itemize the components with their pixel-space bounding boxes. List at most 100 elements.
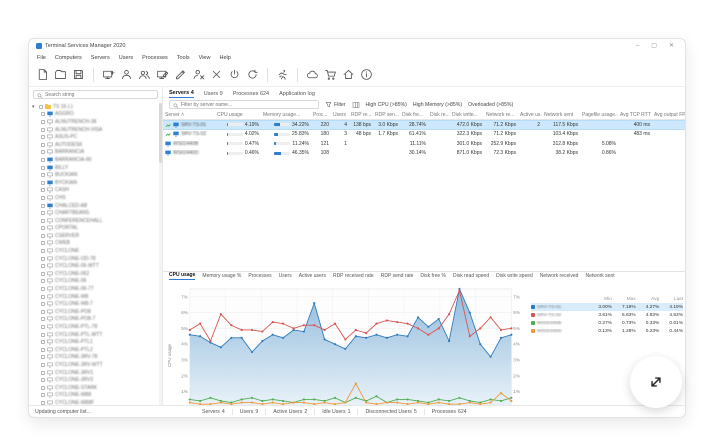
- legend-row[interactable]: WS02440D 0.13% 1.28% 0.23% 0.44%: [531, 327, 683, 335]
- refresh-icon[interactable]: [246, 68, 259, 81]
- computer-checkbox[interactable]: [41, 203, 45, 208]
- toggle-high-cpu[interactable]: High CPU (>85%): [366, 102, 407, 108]
- tree-item[interactable]: CYCLONE-OD-78: [29, 255, 159, 263]
- computer-checkbox[interactable]: [41, 249, 45, 254]
- delete-icon[interactable]: [210, 68, 223, 81]
- computer-checkbox[interactable]: [41, 302, 45, 307]
- chart-tab-cpu-usage[interactable]: CPU usage: [169, 272, 196, 280]
- chart-tab-network-sent[interactable]: Network sent: [585, 273, 614, 280]
- chart-tab-rdp-received-rate[interactable]: RDP received rate: [333, 273, 374, 280]
- tree-item[interactable]: CYCLONE-PTL-WTT: [29, 331, 159, 339]
- tree-item[interactable]: CYCLONE-3RV1: [29, 369, 159, 377]
- column-header[interactable]: Proc...: [311, 112, 331, 118]
- table-row[interactable]: WS02440D 0.46% 46.35% 108 30.14% 871.0 Kbps 72…: [163, 149, 685, 159]
- menu-item-processes[interactable]: Processes: [142, 55, 168, 61]
- cloud-download-icon[interactable]: [306, 68, 319, 81]
- menu-item-users[interactable]: Users: [119, 55, 133, 61]
- computer-checkbox[interactable]: [41, 142, 45, 147]
- tree-item[interactable]: ALNUTRENCH-VISA: [29, 126, 159, 134]
- computer-checkbox[interactable]: [41, 112, 45, 117]
- tree-item[interactable]: CYCLONE-3RV2: [29, 376, 159, 384]
- computer-checkbox[interactable]: [41, 188, 45, 193]
- tree-item[interactable]: BILLY: [29, 164, 159, 172]
- server-grid-header[interactable]: Server ˄ CPU usage Memory usage... Proc... U…: [163, 111, 685, 120]
- tree-item[interactable]: CWEB: [29, 240, 159, 248]
- tree-item[interactable]: CYCLONE-06: [29, 278, 159, 286]
- tree-item[interactable]: CYCLONE-052: [29, 270, 159, 278]
- computer-checkbox[interactable]: [41, 150, 45, 155]
- save-icon[interactable]: [72, 68, 85, 81]
- column-header[interactable]: Network re...: [484, 112, 518, 118]
- tree-item[interactable]: CONFERENCEHALL: [29, 217, 159, 225]
- toggle-overloaded[interactable]: Overloaded (>85%): [468, 102, 513, 108]
- menu-item-computers[interactable]: Computers: [55, 55, 82, 61]
- computer-checkbox[interactable]: [41, 347, 45, 352]
- server-filter-input[interactable]: [181, 101, 315, 108]
- close-button[interactable]: ✕: [669, 43, 674, 49]
- computer-checkbox[interactable]: [41, 325, 45, 330]
- tree-item[interactable]: CYCLONE-3RV-78: [29, 354, 159, 362]
- connect-computer-icon[interactable]: [102, 68, 115, 81]
- tree-item[interactable]: CHARTBEANS: [29, 209, 159, 217]
- computer-checkbox[interactable]: [41, 385, 45, 390]
- menu-item-file[interactable]: File: [37, 55, 46, 61]
- menu-item-help[interactable]: Help: [219, 55, 230, 61]
- legend-row[interactable]: SRV-TS-01 3.00% 7.19% 4.27% 4.19%: [531, 303, 683, 311]
- tree-item[interactable]: CYCLONE-PTL-78: [29, 323, 159, 331]
- column-header[interactable]: Memory usage...: [261, 112, 311, 118]
- column-header[interactable]: CPU usage: [215, 112, 261, 118]
- tree-item[interactable]: CSERVER: [29, 232, 159, 240]
- tree-item[interactable]: CYCLONE-PTL2: [29, 346, 159, 354]
- computer-checkbox[interactable]: [41, 157, 45, 162]
- tree-item[interactable]: CYCLONE-06-77: [29, 285, 159, 293]
- computer-checkbox[interactable]: [41, 294, 45, 299]
- tree-expand-caret[interactable]: ▾: [32, 104, 37, 110]
- search-input[interactable]: [45, 91, 154, 98]
- menu-item-servers[interactable]: Servers: [91, 55, 110, 61]
- table-row[interactable]: SRV-TS-02 4.02% 25.83% 180 3 48 bps 1.7 Kbps 61…: [163, 130, 685, 140]
- tree-item[interactable]: CYCLONE-3RV-WTT: [29, 361, 159, 369]
- column-header[interactable]: Avg TCP RTT: [618, 112, 652, 118]
- menu-item-view[interactable]: View: [199, 55, 211, 61]
- tree-item[interactable]: AGGRO: [29, 111, 159, 119]
- chart-tab-disk-read-speed[interactable]: Disk read speed: [453, 273, 489, 280]
- chart-tab-network-received[interactable]: Network received: [540, 273, 579, 280]
- computer-checkbox[interactable]: [41, 165, 45, 170]
- computer-checkbox[interactable]: [41, 119, 45, 124]
- group-checkbox[interactable]: [39, 104, 43, 109]
- tree-item[interactable]: BUCKIAN: [29, 171, 159, 179]
- tree-item[interactable]: CPORTAL: [29, 225, 159, 233]
- column-header[interactable]: Disk re...: [428, 112, 450, 118]
- home-icon[interactable]: [342, 68, 355, 81]
- computer-checkbox[interactable]: [41, 309, 45, 314]
- chart-tab-active-users[interactable]: Active users: [299, 273, 326, 280]
- computer-checkbox[interactable]: [41, 362, 45, 367]
- tree-item[interactable]: CYCLONE-W88: [29, 392, 159, 400]
- tree-item[interactable]: CYCLONE-PO8: [29, 308, 159, 316]
- tree-group-row[interactable]: ▾ TS 16 (-): [29, 103, 159, 111]
- shop-cart-icon[interactable]: [324, 68, 337, 81]
- column-header[interactable]: Active us...: [518, 112, 542, 118]
- tree-item[interactable]: CHALCED-AB: [29, 202, 159, 210]
- tree-item[interactable]: BYCKIAN: [29, 179, 159, 187]
- column-header[interactable]: Network sent: [542, 112, 580, 118]
- tree-item[interactable]: BARRANCIA-90: [29, 156, 159, 164]
- computer-checkbox[interactable]: [41, 226, 45, 231]
- open-folder-icon[interactable]: [54, 68, 67, 81]
- computer-checkbox[interactable]: [41, 211, 45, 216]
- computer-checkbox[interactable]: [41, 256, 45, 261]
- tree-item[interactable]: AUTODESK: [29, 141, 159, 149]
- computer-checkbox[interactable]: [41, 271, 45, 276]
- chart-tab-rdp-send-rate[interactable]: RDP send rate: [381, 273, 414, 280]
- tree-item[interactable]: CYCLONE: [29, 247, 159, 255]
- maximize-button[interactable]: ▢: [651, 43, 657, 49]
- add-user-icon[interactable]: [120, 68, 133, 81]
- user-group-icon[interactable]: [138, 68, 151, 81]
- disconnect-user-icon[interactable]: [192, 68, 205, 81]
- computer-checkbox[interactable]: [41, 233, 45, 238]
- tab-users[interactable]: Users 9: [204, 91, 223, 99]
- tree-item[interactable]: CYCLONE-PTL1: [29, 338, 159, 346]
- tree-item[interactable]: BARRANCIA: [29, 149, 159, 157]
- computer-checkbox[interactable]: [41, 279, 45, 284]
- computer-checkbox[interactable]: [41, 370, 45, 375]
